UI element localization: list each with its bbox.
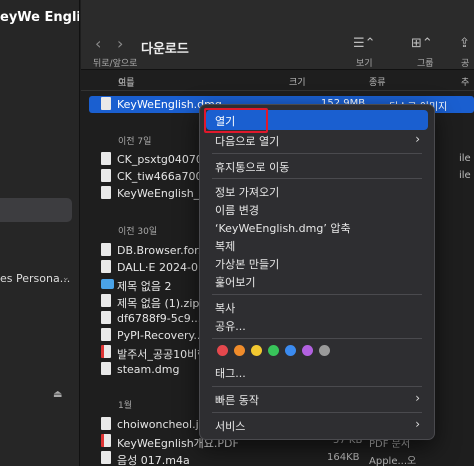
share-icon[interactable]: ⇪ (459, 36, 470, 51)
more-label: 공 (461, 59, 470, 69)
menu-item-make-alias[interactable]: 가상본 만들기 (206, 253, 428, 273)
sidebar-item-personal[interactable]: es Persona... (0, 272, 70, 285)
group-icon[interactable]: ⊞⌃ (411, 36, 433, 51)
menu-item-services[interactable]: 서비스 › (206, 415, 428, 435)
file-name: DALL·E 2024-0... (117, 261, 209, 274)
menu-divider (212, 178, 422, 179)
menu-item-label: 복제 (215, 240, 236, 253)
column-size[interactable]: 크기 (289, 75, 306, 88)
file-kind: Apple...오 (369, 456, 417, 466)
eject-icon[interactable]: ⏏ (53, 389, 62, 400)
menu-item-label: ‘KeyWeEnglish.dmg’ 압축 (215, 222, 351, 235)
menu-item-label: 빠른 동작 (215, 394, 259, 407)
section-today: 오늘 (118, 79, 135, 89)
sidebar: eyWe English V1 es Persona... ⌄ ⏏ (0, 0, 80, 466)
list-view-icon[interactable]: ☰⌃ (353, 36, 376, 51)
file-name: CK_psxtg040708 (117, 153, 210, 166)
file-icon (101, 169, 111, 182)
menu-item-move-to-trash[interactable]: 휴지통으로 이동 (206, 156, 428, 176)
file-icon (101, 152, 111, 165)
menu-divider (212, 294, 422, 295)
toolbar: ‹ › 뒤로/앞으로 다운로드 ☰⌃ 보기 ⊞⌃ 그룹 ⇪ 공 (81, 0, 474, 70)
file-icon (101, 186, 111, 199)
file-icon (101, 328, 111, 341)
file-name: DB.Browser.for.... (117, 244, 212, 257)
folder-icon (101, 279, 114, 289)
view-label: 보기 (356, 59, 373, 69)
menu-item-quick-look[interactable]: 훑어보기 (206, 271, 428, 291)
tag-green[interactable] (268, 345, 279, 356)
file-name: df6788f9-5c9...3 (117, 312, 209, 325)
back-forward-label: 뒤로/앞으로 (93, 59, 138, 69)
table-row[interactable]: 음성 017.m4a 164KB Apple...오 (81, 450, 474, 466)
section-prev-30: 이전 30일 (118, 227, 158, 237)
chevron-right-icon: › (415, 417, 420, 431)
disk-image-icon (101, 362, 111, 375)
audio-file-icon (101, 451, 111, 464)
pdf-icon (101, 345, 111, 358)
context-menu: 열기 다음으로 열기 › 휴지통으로 이동 정보 가져오기 이름 변경 ‘Key… (199, 104, 435, 440)
menu-item-label: 서비스 (215, 420, 246, 433)
file-name: 음성 017.m4a (117, 454, 190, 466)
menu-item-label: 훑어보기 (215, 276, 256, 289)
column-kind[interactable]: 종류 (369, 75, 386, 88)
file-size: 164KB (327, 452, 360, 463)
window-title: eyWe English V1 (0, 10, 80, 25)
sidebar-selected-item[interactable] (0, 198, 72, 222)
tag-purple[interactable] (302, 345, 313, 356)
column-added[interactable]: 추 (461, 75, 469, 88)
tag-yellow[interactable] (251, 345, 262, 356)
menu-item-label: 다음으로 열기 (215, 135, 280, 148)
group-label: 그룹 (417, 59, 434, 69)
file-name: CK_tiw466a7006 (117, 170, 210, 183)
file-name: PyPI-Recovery.... (117, 329, 208, 342)
file-icon (101, 243, 111, 256)
menu-divider (212, 412, 422, 413)
file-name: 제목 없음 (1).zip (117, 297, 200, 310)
menu-item-share[interactable]: 공유... (206, 315, 428, 335)
folder-title: 다운로드 (141, 42, 189, 57)
tag-red[interactable] (217, 345, 228, 356)
section-january: 1월 (118, 401, 133, 411)
menu-item-quick-actions[interactable]: 빠른 동작 › (206, 389, 428, 409)
section-prev-7: 이전 7일 (118, 137, 152, 147)
menu-item-label: 이름 변경 (215, 204, 259, 217)
menu-item-label: 정보 가져오기 (215, 186, 280, 199)
disk-image-icon (101, 97, 111, 110)
chevron-right-icon: › (415, 132, 420, 146)
image-file-icon (101, 417, 111, 430)
menu-item-label: 휴지통으로 이동 (215, 161, 290, 174)
tag-orange[interactable] (234, 345, 245, 356)
file-icon (101, 311, 111, 324)
pdf-icon (101, 434, 111, 447)
menu-item-open-with[interactable]: 다음으로 열기 › (206, 130, 428, 150)
menu-item-label: 가상본 만들기 (215, 258, 280, 271)
file-icon (101, 260, 111, 273)
file-kind: ile (459, 170, 471, 181)
back-arrow-icon[interactable]: ‹ (95, 34, 101, 53)
tag-blue[interactable] (285, 345, 296, 356)
column-header: 이름 크기 종류 추 (81, 71, 474, 91)
forward-arrow-icon[interactable]: › (117, 34, 123, 53)
tag-gray[interactable] (319, 345, 330, 356)
file-kind: ile (459, 153, 471, 164)
file-name: steam.dmg (117, 363, 180, 376)
menu-item-copy[interactable]: 복사 (206, 297, 428, 317)
menu-item-compress[interactable]: ‘KeyWeEnglish.dmg’ 압축 (206, 217, 428, 237)
menu-divider (212, 338, 422, 339)
menu-item-label: 공유... (215, 320, 246, 333)
menu-item-rename[interactable]: 이름 변경 (206, 199, 428, 219)
menu-item-tags[interactable]: 태그... (206, 362, 428, 382)
menu-item-get-info[interactable]: 정보 가져오기 (206, 181, 428, 201)
menu-item-label: 태그... (215, 367, 246, 380)
menu-divider (212, 153, 422, 154)
zip-icon (101, 294, 111, 307)
chevron-right-icon: › (415, 391, 420, 405)
file-name: 발주서_공공10비행 (117, 348, 208, 361)
menu-item-duplicate[interactable]: 복제 (206, 235, 428, 255)
menu-item-label: 복사 (215, 302, 236, 315)
file-name: 제목 없음 2 (117, 280, 172, 293)
menu-divider (212, 386, 422, 387)
chevron-down-icon[interactable]: ⌄ (62, 273, 70, 283)
